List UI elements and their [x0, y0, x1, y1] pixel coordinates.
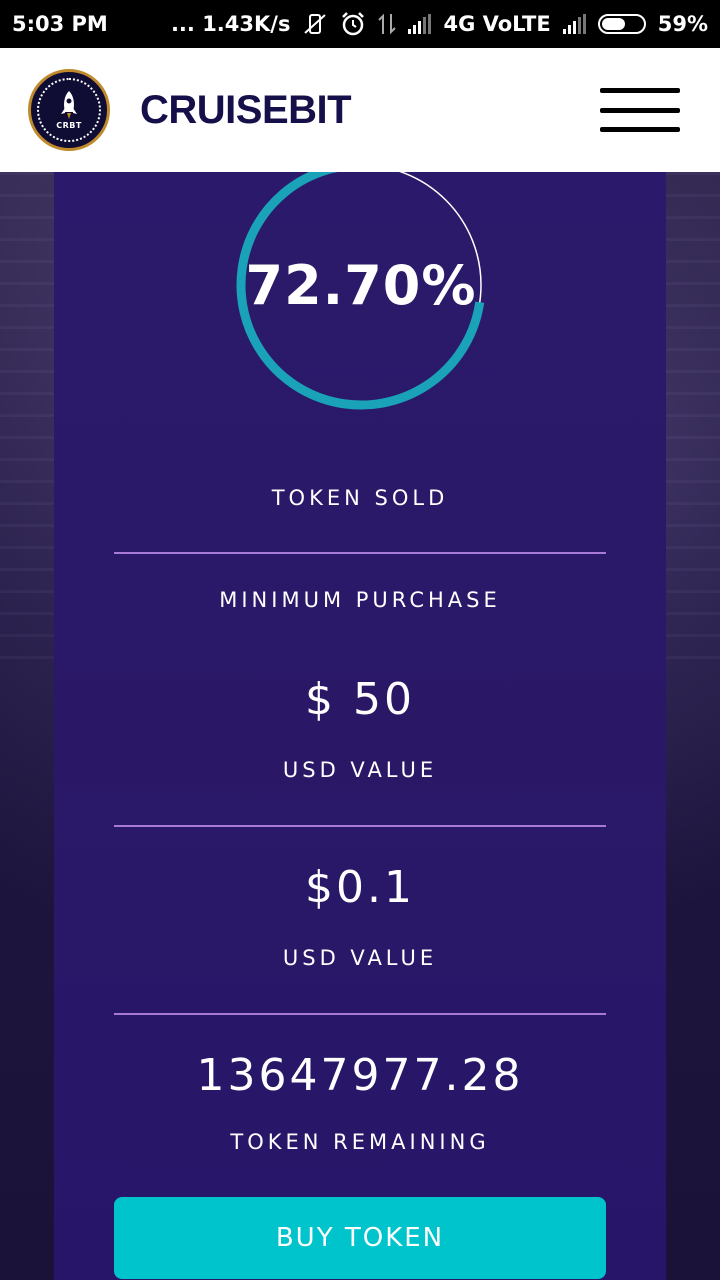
brand-name[interactable]: CRUISEBIT	[140, 88, 352, 133]
progress-percent: 72.70%	[245, 253, 477, 317]
token-price-value: $0.1	[305, 862, 415, 913]
divider	[114, 552, 606, 554]
logo-text: CRBT	[56, 121, 82, 130]
alarm-icon	[340, 11, 366, 37]
minimum-purchase-label: MINIMUM PURCHASE	[219, 588, 501, 612]
status-bar: 5:03 PM ... 1.43K/s 4G VoLTE 59%	[0, 0, 720, 48]
signal-icon	[408, 14, 432, 34]
cruisebit-logo[interactable]: CRBT	[28, 69, 110, 151]
signal-icon-2	[562, 14, 586, 34]
token-remaining-label: TOKEN REMAINING	[230, 1130, 490, 1154]
status-time: 5:03 PM	[12, 12, 108, 36]
minimum-purchase-value: $ 50	[305, 674, 415, 725]
token-sold-progress-ring: 72.70%	[236, 160, 486, 410]
token-remaining-value: 13647977.28	[196, 1050, 524, 1101]
vibrate-off-icon	[302, 12, 328, 36]
network-type: 4G VoLTE	[443, 12, 551, 36]
token-sold-label: TOKEN SOLD	[271, 486, 449, 510]
rocket-icon: CRBT	[37, 78, 101, 142]
buy-token-button[interactable]: BUY TOKEN	[114, 1197, 606, 1279]
menu-icon[interactable]	[600, 88, 680, 132]
divider	[114, 1013, 606, 1015]
data-transfer-icon	[378, 12, 397, 36]
battery-percent: 59%	[657, 12, 708, 36]
token-price-unit: USD VALUE	[282, 946, 438, 970]
minimum-purchase-unit: USD VALUE	[282, 758, 438, 782]
site-header: CRBT CRUISEBIT	[0, 48, 720, 172]
status-icons: ... 1.43K/s 4G VoLTE 59%	[171, 11, 708, 37]
network-speed: ... 1.43K/s	[170, 12, 291, 36]
token-sale-card: 72.70% TOKEN SOLD MINIMUM PURCHASE $ 50 …	[54, 160, 666, 1280]
divider	[114, 825, 606, 827]
battery-icon	[597, 14, 646, 34]
